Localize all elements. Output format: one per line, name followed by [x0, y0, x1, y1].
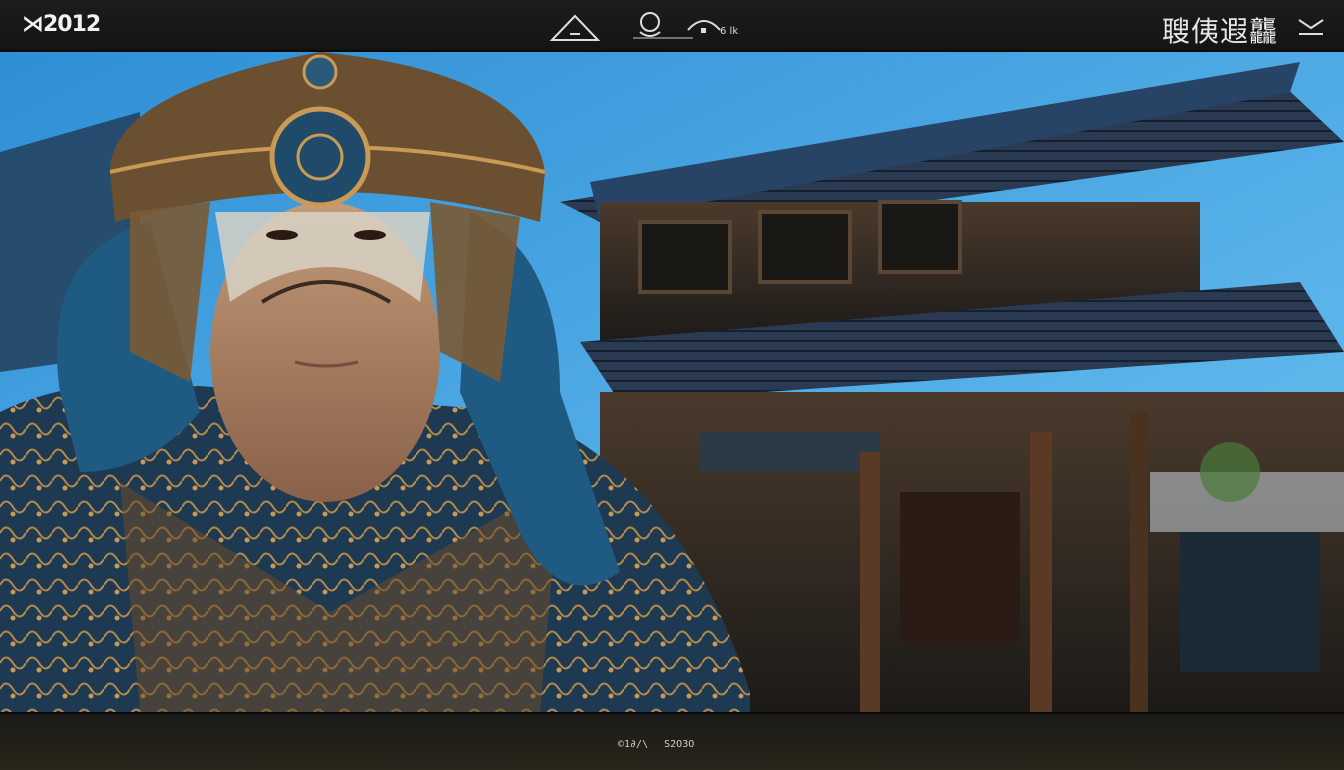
camp-icon[interactable] [687, 20, 721, 33]
status-readout: ©1∂/\ S2O3O [618, 739, 704, 750]
game-logo: ⋊2012 [22, 12, 101, 37]
status-left: ©1∂/\ [618, 739, 649, 750]
game-viewport[interactable] [0, 52, 1344, 712]
hud-center-label: 6 lk [720, 26, 739, 37]
top-hud-bar: ⋊2012 6 lk 䏂侇遐龘 [0, 0, 1344, 52]
bottom-status-bar: ©1∂/\ S2O3O [0, 712, 1344, 770]
status-right: S2O3O [664, 739, 695, 750]
mountain-icon[interactable] [549, 14, 601, 41]
area-title: 䏂侇遐龘 [1161, 15, 1278, 48]
close-icon[interactable] [1296, 12, 1326, 38]
hud-center-icons: 6 lk [548, 10, 748, 44]
compass-icon[interactable] [633, 12, 693, 39]
